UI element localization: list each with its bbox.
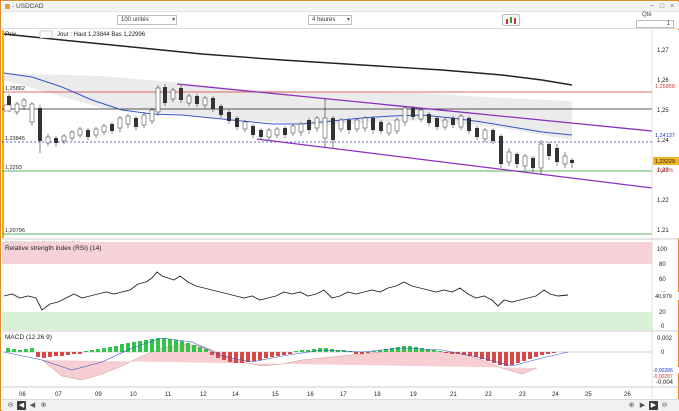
- x-axis-labels: 06 07 09 10 11 12 14 15 16 17 18 19 21 2…: [19, 392, 631, 398]
- x-label: 21: [450, 392, 457, 398]
- window-titlebar: - USDCAD − □ ×: [2, 2, 679, 12]
- scroll-right-button[interactable]: ▶: [638, 401, 647, 410]
- chart-area[interactable]: Prix Jour : Haut 1,23844 Bas 1,22996 1,2…: [2, 30, 679, 399]
- rsi-tick-80: 80: [659, 262, 666, 268]
- rsi-tick-60: 60: [659, 277, 666, 283]
- rsi-tick-0: 0: [661, 324, 665, 330]
- x-label: 24: [552, 392, 559, 398]
- current-price-value: 1,23229: [655, 159, 675, 165]
- quantity-select[interactable]: 100 unités ▾: [117, 15, 177, 25]
- quantity-input[interactable]: 1: [636, 20, 674, 28]
- price-change-pct: -0,46%: [656, 168, 674, 174]
- quantity-label: Qté: [642, 12, 652, 18]
- chart-toolbar: 100 unités ▾ 4 heures ▾ Qté 1: [2, 12, 679, 29]
- rsi-line[interactable]: [3, 271, 569, 311]
- badge-blue-level: 1,24137: [655, 133, 675, 139]
- x-label: 15: [272, 392, 279, 398]
- icon-bar-green: [510, 17, 512, 23]
- level-label-lower-support: 1,20796: [5, 228, 25, 234]
- price-panel-bg: [2, 30, 679, 238]
- price-tick-7: 1,21: [657, 228, 669, 234]
- zoom-in-left-button[interactable]: ⊕: [39, 401, 48, 410]
- x-label: 23: [519, 392, 526, 398]
- zoom-in-right-button[interactable]: ⊕: [627, 401, 636, 410]
- rsi-tick-20: 20: [659, 310, 666, 316]
- price-tick-6: 1,22: [657, 198, 669, 204]
- x-label: 16: [307, 392, 314, 398]
- quantity-select-value: 100 unités: [121, 17, 149, 23]
- rsi-oversold-zone: [2, 312, 652, 330]
- scroll-start-button[interactable]: ◀: [17, 401, 26, 410]
- macd-tick-3: -0,004: [656, 380, 674, 386]
- x-label: 18: [374, 392, 381, 398]
- x-label: 09: [95, 392, 102, 398]
- badge-upper-level: 1,25858: [655, 84, 675, 90]
- icon-bar-red: [506, 19, 508, 24]
- rsi-title: Relative strength index (RSI) (14): [5, 245, 101, 252]
- x-label: 14: [232, 392, 239, 398]
- pivot-marker: [3, 104, 12, 112]
- chevron-down-icon: ▾: [346, 17, 350, 23]
- minimize-button[interactable]: −: [648, 3, 656, 11]
- x-label: 19: [410, 392, 417, 398]
- x-label: 11: [165, 392, 172, 398]
- price-tick-3: 1,25: [657, 108, 669, 114]
- price-header-prefix: Prix: [5, 31, 17, 38]
- price-header-info: Jour : Haut 1,23844 Bas 1,22996: [57, 32, 146, 38]
- chart-footer: ⊖ ◀ ◀ ⊕ ⊕ ▶ ▶ ⊖: [2, 399, 679, 411]
- price-header-toggle[interactable]: [39, 30, 53, 39]
- scroll-end-button[interactable]: ▶: [649, 401, 658, 410]
- rsi-tick-100: 100: [657, 247, 668, 253]
- level-label-support: 1,2293: [5, 165, 22, 171]
- x-label: 07: [55, 392, 62, 398]
- x-label: 17: [340, 392, 347, 398]
- price-tick-1: 1,27: [657, 48, 669, 54]
- chart-window: - USDCAD − □ × 100 unités ▾ 4 heures ▾ Q…: [0, 0, 679, 411]
- macd-title: MACD (12 26 9): [5, 334, 52, 341]
- zoom-out-left-button[interactable]: ⊖: [6, 401, 15, 410]
- scroll-left-button[interactable]: ◀: [28, 401, 37, 410]
- x-label: 10: [130, 392, 137, 398]
- level-label-dotted: 1,23845: [5, 136, 25, 142]
- x-label: 26: [624, 392, 631, 398]
- close-button[interactable]: ×: [668, 3, 676, 11]
- x-label: 12: [200, 392, 207, 398]
- chevron-down-icon: ▾: [171, 17, 175, 23]
- window-title: - USDCAD: [12, 3, 44, 10]
- macd-tick-1: 0,002: [657, 336, 673, 342]
- x-label: 25: [585, 392, 592, 398]
- period-select[interactable]: 4 heures ▾: [308, 15, 352, 25]
- icon-bar-red-2: [514, 18, 516, 24]
- macd-tick-2: 0: [661, 350, 665, 356]
- period-select-value: 4 heures: [312, 17, 336, 23]
- x-label: 22: [485, 392, 492, 398]
- app-icon: [5, 4, 10, 9]
- x-label: 06: [19, 392, 26, 398]
- candlestick-icon: [506, 17, 516, 24]
- zoom-out-right-button[interactable]: ⊖: [660, 401, 669, 410]
- level-label-resistance: 1,25862: [5, 86, 25, 92]
- rsi-current-value: 40,979: [655, 294, 672, 300]
- chart-type-button[interactable]: [502, 14, 520, 26]
- price-panel-marker: [2, 30, 4, 238]
- maximize-button[interactable]: □: [658, 3, 666, 11]
